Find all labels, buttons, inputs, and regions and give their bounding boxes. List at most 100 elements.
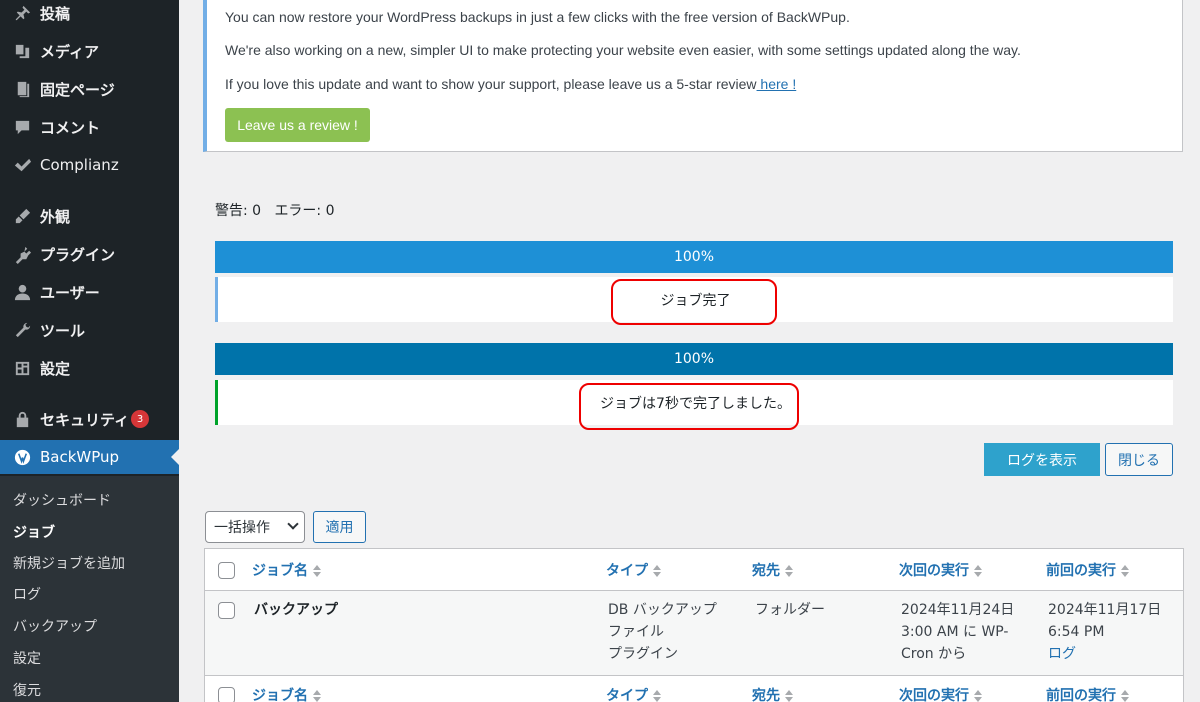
menu-item-users[interactable]: ユーザー: [0, 275, 179, 309]
column-type-footer[interactable]: タイプ: [606, 685, 661, 702]
apply-button[interactable]: 適用: [313, 511, 366, 543]
job-type-line: ファイル: [608, 624, 664, 640]
backwpup-submenu: ダッシュボード ジョブ 新規ジョブを追加 ログ バックアップ 設定 復元: [0, 476, 179, 702]
step-progress-label: 100%: [673, 351, 715, 367]
column-label: 次回の実行: [899, 688, 969, 702]
column-label: タイプ: [606, 563, 648, 579]
review-link[interactable]: here !: [757, 76, 796, 92]
job-name[interactable]: バックアップ: [254, 599, 338, 621]
lock-icon: [10, 409, 34, 429]
menu-item-media[interactable]: メディア: [0, 34, 179, 68]
column-job-name-footer[interactable]: ジョブ名: [252, 685, 321, 702]
submenu-dashboard[interactable]: ダッシュボード: [13, 490, 111, 510]
table-footer: ジョブ名 タイプ 宛先 次回の実行 前回の実行: [205, 675, 1183, 702]
column-label: 前回の実行: [1046, 688, 1116, 702]
admin-sidebar: 投稿 メディア 固定ページ コメント Complianz 外観 プラグイン ユー…: [0, 0, 179, 702]
media-icon: [10, 41, 34, 61]
bulk-action-value: 一括操作: [214, 520, 270, 536]
column-destination-footer[interactable]: 宛先: [752, 685, 793, 702]
leave-review-button[interactable]: Leave us a review !: [225, 108, 370, 142]
menu-item-comments[interactable]: コメント: [0, 110, 179, 144]
job-last-run: 2024年11月17日 6:54 PM ログ: [1048, 599, 1161, 665]
menu-label: プラグイン: [40, 245, 116, 264]
notice-line-1: You can now restore your WordPress backu…: [225, 9, 850, 25]
menu-label: 設定: [40, 359, 71, 378]
menu-label: Complianz: [40, 156, 119, 174]
warning-count: 警告: 0: [215, 203, 262, 219]
sort-icon: [1121, 690, 1129, 702]
submenu-restore[interactable]: 復元: [13, 680, 41, 700]
column-destination[interactable]: 宛先: [752, 560, 793, 580]
menu-label: ユーザー: [40, 283, 100, 302]
next-run-line: 3:00 AM に WP-: [901, 624, 1009, 640]
menu-item-settings[interactable]: 設定: [0, 351, 179, 385]
sort-icon: [974, 690, 982, 702]
pin-icon: [10, 3, 34, 23]
menu-label: 投稿: [40, 4, 71, 23]
submenu-logs[interactable]: ログ: [13, 584, 41, 604]
sort-icon: [313, 565, 321, 577]
menu-item-posts[interactable]: 投稿: [0, 0, 179, 30]
sort-icon: [785, 690, 793, 702]
wrench-icon: [10, 320, 34, 340]
check-icon: [10, 155, 34, 175]
menu-label: 固定ページ: [40, 80, 115, 99]
log-link[interactable]: ログ: [1048, 646, 1076, 662]
sort-icon: [313, 690, 321, 702]
sort-icon: [653, 690, 661, 702]
column-last-run[interactable]: 前回の実行: [1046, 560, 1129, 580]
submenu-jobs[interactable]: ジョブ: [13, 522, 55, 542]
column-type[interactable]: タイプ: [606, 560, 661, 580]
menu-item-security[interactable]: セキュリティ 3: [0, 402, 179, 436]
menu-item-backwpup[interactable]: BackWPup: [0, 440, 179, 474]
submenu-settings[interactable]: 設定: [13, 648, 41, 668]
close-button[interactable]: 閉じる: [1105, 443, 1173, 476]
menu-item-appearance[interactable]: 外観: [0, 199, 179, 233]
menu-item-pages[interactable]: 固定ページ: [0, 72, 179, 106]
menu-item-tools[interactable]: ツール: [0, 313, 179, 347]
sort-icon: [1121, 565, 1129, 577]
last-run-line: 2024年11月17日: [1048, 602, 1162, 618]
page-icon: [10, 79, 34, 99]
column-next-run[interactable]: 次回の実行: [899, 560, 982, 580]
menu-item-complianz[interactable]: Complianz: [0, 148, 179, 182]
notification-badge: 3: [131, 410, 150, 428]
column-label: 宛先: [752, 563, 780, 579]
column-next-run-footer[interactable]: 次回の実行: [899, 685, 982, 702]
select-all-checkbox[interactable]: [218, 562, 235, 579]
warning-error-counts: 警告: 0 エラー: 0: [215, 200, 335, 220]
last-run-line: 6:54 PM: [1048, 624, 1105, 640]
highlight-outline: [611, 279, 777, 325]
menu-label: メディア: [40, 42, 99, 61]
notice-line-3-text: If you love this update and want to show…: [225, 76, 757, 92]
job-type-line: DB バックアップ: [608, 602, 717, 618]
column-job-name[interactable]: ジョブ名: [252, 560, 321, 580]
submenu-backups[interactable]: バックアップ: [13, 616, 97, 636]
column-label: 宛先: [752, 688, 780, 702]
row-checkbox[interactable]: [218, 602, 235, 619]
sort-icon: [653, 565, 661, 577]
brush-icon: [10, 206, 34, 226]
menu-label: ツール: [40, 321, 86, 340]
select-all-checkbox-footer[interactable]: [218, 687, 235, 702]
show-log-button[interactable]: ログを表示: [984, 443, 1100, 476]
table-row: バックアップ DB バックアップ ファイル プラグイン フォルダー 2024年1…: [205, 591, 1183, 675]
job-type-line: プラグイン: [608, 646, 678, 662]
user-icon: [10, 282, 34, 302]
column-last-run-footer[interactable]: 前回の実行: [1046, 685, 1129, 702]
backwpup-icon: [10, 447, 34, 467]
sort-icon: [974, 565, 982, 577]
menu-label: BackWPup: [40, 448, 120, 466]
job-progress-label: 100%: [673, 249, 715, 265]
bulk-action-select[interactable]: 一括操作: [205, 511, 305, 543]
menu-label: 外観: [40, 207, 71, 226]
notice-line-2: We're also working on a new, simpler UI …: [225, 42, 1021, 58]
plugin-icon: [10, 244, 34, 264]
menu-item-plugins[interactable]: プラグイン: [0, 237, 179, 271]
submenu-add-new-job[interactable]: 新規ジョブを追加: [13, 553, 125, 573]
highlight-outline: [579, 383, 799, 430]
jobs-table: ジョブ名 タイプ 宛先 次回の実行 前回の実行 バックアップ DB バックアップ…: [204, 548, 1184, 702]
chevron-down-icon: [287, 518, 299, 530]
column-label: 次回の実行: [899, 563, 969, 579]
job-progress-bar: 100%: [215, 241, 1173, 273]
